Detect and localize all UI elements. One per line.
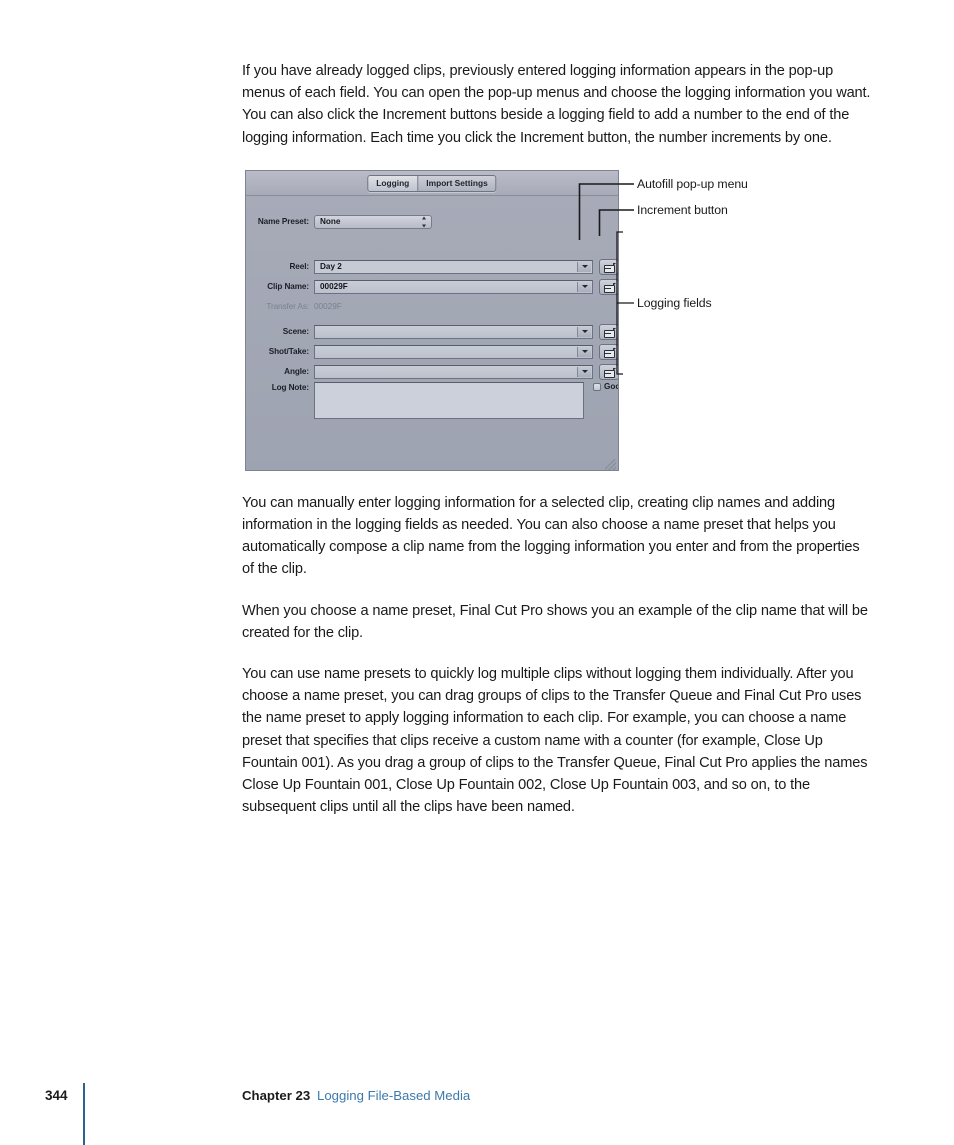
row-angle: Angle: (246, 363, 618, 380)
increment-icon (603, 262, 616, 273)
clip-name-field[interactable]: 00029F (314, 279, 593, 294)
transfer-as-value: 00029F (314, 301, 342, 311)
row-log-note: Log Note: Good (246, 381, 618, 422)
increment-button-clip-name[interactable] (599, 278, 618, 295)
name-preset-value: None (320, 217, 341, 227)
page-number: 344 (45, 1088, 68, 1103)
increment-icon (603, 367, 616, 378)
scene-field[interactable] (314, 324, 593, 339)
paragraph-name-presets-bulk: You can use name presets to quickly log … (242, 666, 868, 816)
tab-import-settings[interactable]: Import Settings (417, 175, 496, 191)
row-transfer-as: Transfer As: 00029F (246, 299, 618, 315)
increment-icon (603, 327, 616, 338)
clip-name-value: 00029F (320, 282, 348, 292)
page-body: If you have already logged clips, previo… (242, 60, 874, 818)
tab-group: Logging Import Settings (367, 174, 497, 192)
panel-titlebar: Logging Import Settings (246, 170, 618, 196)
row-shot-take: Shot/Take: (246, 343, 618, 360)
autofill-popup-arrow-icon[interactable] (577, 326, 591, 337)
increment-button-reel[interactable] (599, 258, 618, 275)
logging-panel-screenshot: Logging Import Settings Name Preset: Non… (245, 169, 619, 471)
label-clip-name: Clip Name: (267, 281, 309, 291)
autofill-popup-arrow-icon[interactable] (577, 346, 591, 357)
paragraph-name-preset-example: When you choose a name preset, Final Cut… (242, 602, 868, 641)
increment-button-shot-take[interactable] (599, 343, 618, 360)
autofill-popup-arrow-icon[interactable] (577, 366, 591, 377)
reel-field[interactable]: Day 2 (314, 259, 593, 274)
label-name-preset: Name Preset: (257, 216, 309, 226)
label-scene: Scene: (282, 326, 309, 336)
row-scene: Scene: (246, 323, 618, 340)
footer-chapter-title: Logging File-Based Media (317, 1088, 471, 1103)
figure-logging-panel: Logging Import Settings Name Preset: Non… (241, 168, 873, 474)
resize-grip-icon[interactable] (605, 458, 616, 470)
autofill-popup-arrow-icon[interactable] (577, 261, 591, 272)
paragraph-intro: If you have already logged clips, previo… (242, 63, 871, 146)
good-checkbox-group[interactable]: Good (593, 381, 618, 392)
angle-field[interactable] (314, 364, 593, 379)
callout-logging-fields: Logging fields (637, 295, 712, 310)
shot-take-field[interactable] (314, 344, 593, 359)
page-footer: 344 Chapter 23 Logging File-Based Media (0, 1082, 954, 1145)
label-reel: Reel: (289, 261, 309, 271)
log-note-textarea[interactable] (314, 381, 584, 419)
increment-button-angle[interactable] (599, 363, 618, 380)
name-preset-popup[interactable]: None (314, 214, 432, 229)
increment-icon (603, 347, 616, 358)
paragraph-manual-entry: You can manually enter logging informati… (242, 494, 860, 578)
label-angle: Angle: (284, 366, 309, 376)
reel-value: Day 2 (320, 262, 342, 272)
panel-body: Name Preset: None Reel: Day 2 Clip Name:… (246, 195, 618, 470)
footer-rule (83, 1083, 85, 1145)
increment-button-scene[interactable] (599, 323, 618, 340)
increment-icon (603, 282, 616, 293)
footer-chapter-number: Chapter 23 (242, 1088, 311, 1103)
autofill-popup-arrow-icon[interactable] (577, 281, 591, 292)
row-clip-name: Clip Name: 00029F (246, 278, 618, 295)
good-label: Good (604, 381, 618, 391)
good-checkbox[interactable] (593, 382, 601, 391)
callout-autofill-popup-menu: Autofill pop-up menu (637, 176, 748, 191)
row-name-preset: Name Preset: None (246, 214, 618, 230)
label-log-note: Log Note: (271, 382, 309, 392)
callout-increment-button: Increment button (637, 202, 728, 217)
tab-logging[interactable]: Logging (368, 175, 418, 191)
row-reel: Reel: Day 2 (246, 258, 618, 275)
label-transfer-as: Transfer As: (266, 301, 309, 311)
label-shot-take: Shot/Take: (268, 346, 309, 356)
updown-arrows-icon (420, 216, 427, 228)
